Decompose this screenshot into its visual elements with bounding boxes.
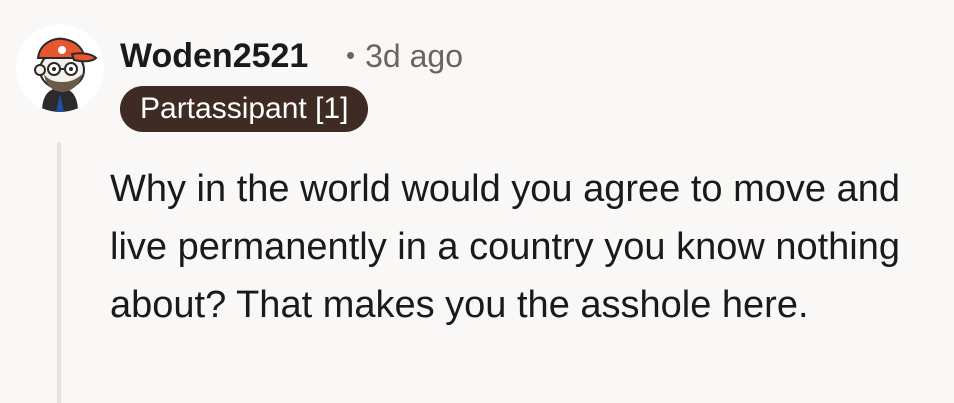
comment-body: Why in the world would you agree to move…: [110, 168, 901, 326]
comment-timestamp[interactable]: 3d ago: [365, 38, 463, 74]
comment-author[interactable]: Woden2521: [120, 34, 308, 78]
thread-line[interactable]: [57, 142, 61, 403]
avatar[interactable]: [16, 24, 104, 112]
user-flair: Partassipant [1]: [120, 86, 369, 132]
comment: Woden2521 • 3d ago Partassipant [1] Why i…: [0, 0, 954, 403]
meta-separator: •: [346, 40, 356, 70]
snoo-avatar-icon: [16, 24, 104, 112]
comment-meta: • 3d ago: [346, 34, 463, 80]
